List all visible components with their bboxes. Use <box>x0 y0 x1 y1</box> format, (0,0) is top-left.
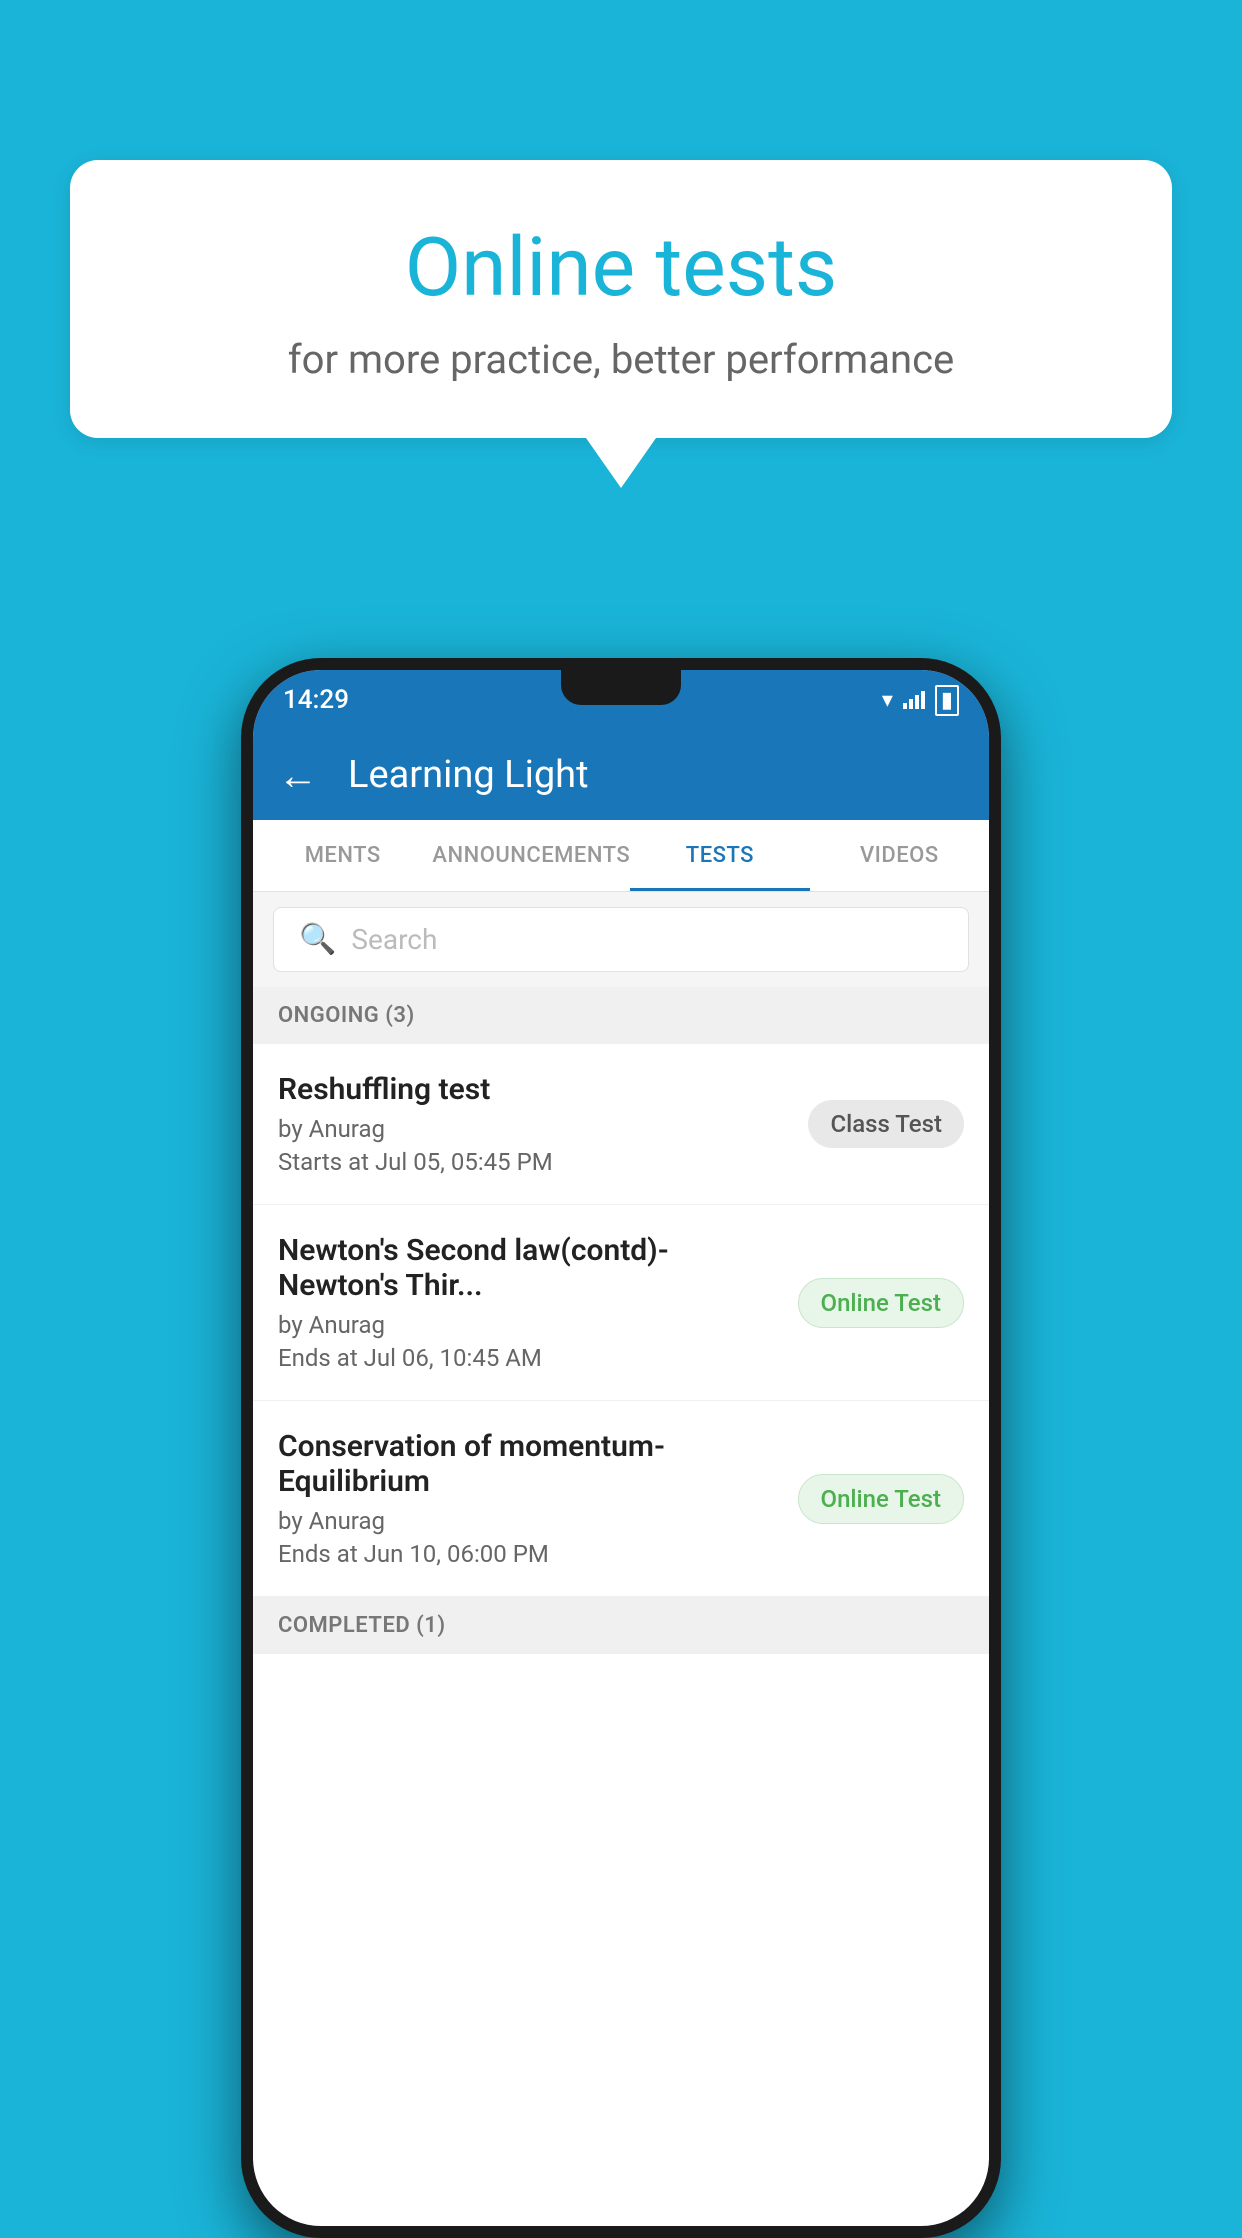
status-icons: ▾ ▮ <box>882 685 959 716</box>
promo-title: Online tests <box>150 220 1092 316</box>
notch <box>561 670 681 705</box>
tabs-bar: MENTS ANNOUNCEMENTS TESTS VIDEOS <box>253 820 989 892</box>
promo-subtitle: for more practice, better performance <box>150 336 1092 383</box>
test-info-1: Reshuffling test by Anurag Starts at Jul… <box>278 1072 788 1176</box>
test-time-3: Ends at Jun 10, 06:00 PM <box>278 1540 778 1568</box>
phone-frame: 14:29 ▾ ▮ ← Learning Light <box>241 658 1001 2238</box>
test-info-3: Conservation of momentum-Equilibrium by … <box>278 1429 778 1568</box>
test-item-2[interactable]: Newton's Second law(contd)-Newton's Thir… <box>253 1205 989 1401</box>
test-author-2: by Anurag <box>278 1311 778 1339</box>
phone-screen: 14:29 ▾ ▮ ← Learning Light <box>253 670 989 2226</box>
test-badge-2: Online Test <box>798 1278 964 1328</box>
test-author-1: by Anurag <box>278 1115 788 1143</box>
test-name-2: Newton's Second law(contd)-Newton's Thir… <box>278 1233 778 1303</box>
wifi-icon: ▾ <box>882 688 893 713</box>
completed-section-header: COMPLETED (1) <box>253 1597 989 1654</box>
test-info-2: Newton's Second law(contd)-Newton's Thir… <box>278 1233 778 1372</box>
search-bar[interactable]: 🔍 Search <box>273 907 969 972</box>
status-bar: 14:29 ▾ ▮ <box>253 670 989 730</box>
promo-section: Online tests for more practice, better p… <box>70 160 1172 488</box>
back-button[interactable]: ← <box>278 752 318 799</box>
test-item-3[interactable]: Conservation of momentum-Equilibrium by … <box>253 1401 989 1597</box>
app-bar-title: Learning Light <box>348 753 589 797</box>
tab-tests[interactable]: TESTS <box>630 820 809 891</box>
tab-ments[interactable]: MENTS <box>253 820 432 891</box>
test-time-1: Starts at Jul 05, 05:45 PM <box>278 1148 788 1176</box>
status-time: 14:29 <box>283 685 349 715</box>
battery-icon: ▮ <box>935 685 959 716</box>
test-badge-3: Online Test <box>798 1474 964 1524</box>
app-bar: ← Learning Light <box>253 730 989 820</box>
tab-videos[interactable]: VIDEOS <box>810 820 989 891</box>
test-badge-1: Class Test <box>808 1100 964 1148</box>
signal-icon <box>903 691 925 709</box>
tab-announcements[interactable]: ANNOUNCEMENTS <box>432 820 630 891</box>
test-name-1: Reshuffling test <box>278 1072 788 1107</box>
speech-bubble-pointer <box>586 438 656 488</box>
test-list: Reshuffling test by Anurag Starts at Jul… <box>253 1044 989 1597</box>
search-placeholder: Search <box>351 923 437 956</box>
test-time-2: Ends at Jul 06, 10:45 AM <box>278 1344 778 1372</box>
speech-bubble: Online tests for more practice, better p… <box>70 160 1172 438</box>
ongoing-section-header: ONGOING (3) <box>253 987 989 1044</box>
test-name-3: Conservation of momentum-Equilibrium <box>278 1429 778 1499</box>
test-author-3: by Anurag <box>278 1507 778 1535</box>
search-icon: 🔍 <box>299 922 336 957</box>
search-container: 🔍 Search <box>253 892 989 987</box>
test-item-1[interactable]: Reshuffling test by Anurag Starts at Jul… <box>253 1044 989 1205</box>
